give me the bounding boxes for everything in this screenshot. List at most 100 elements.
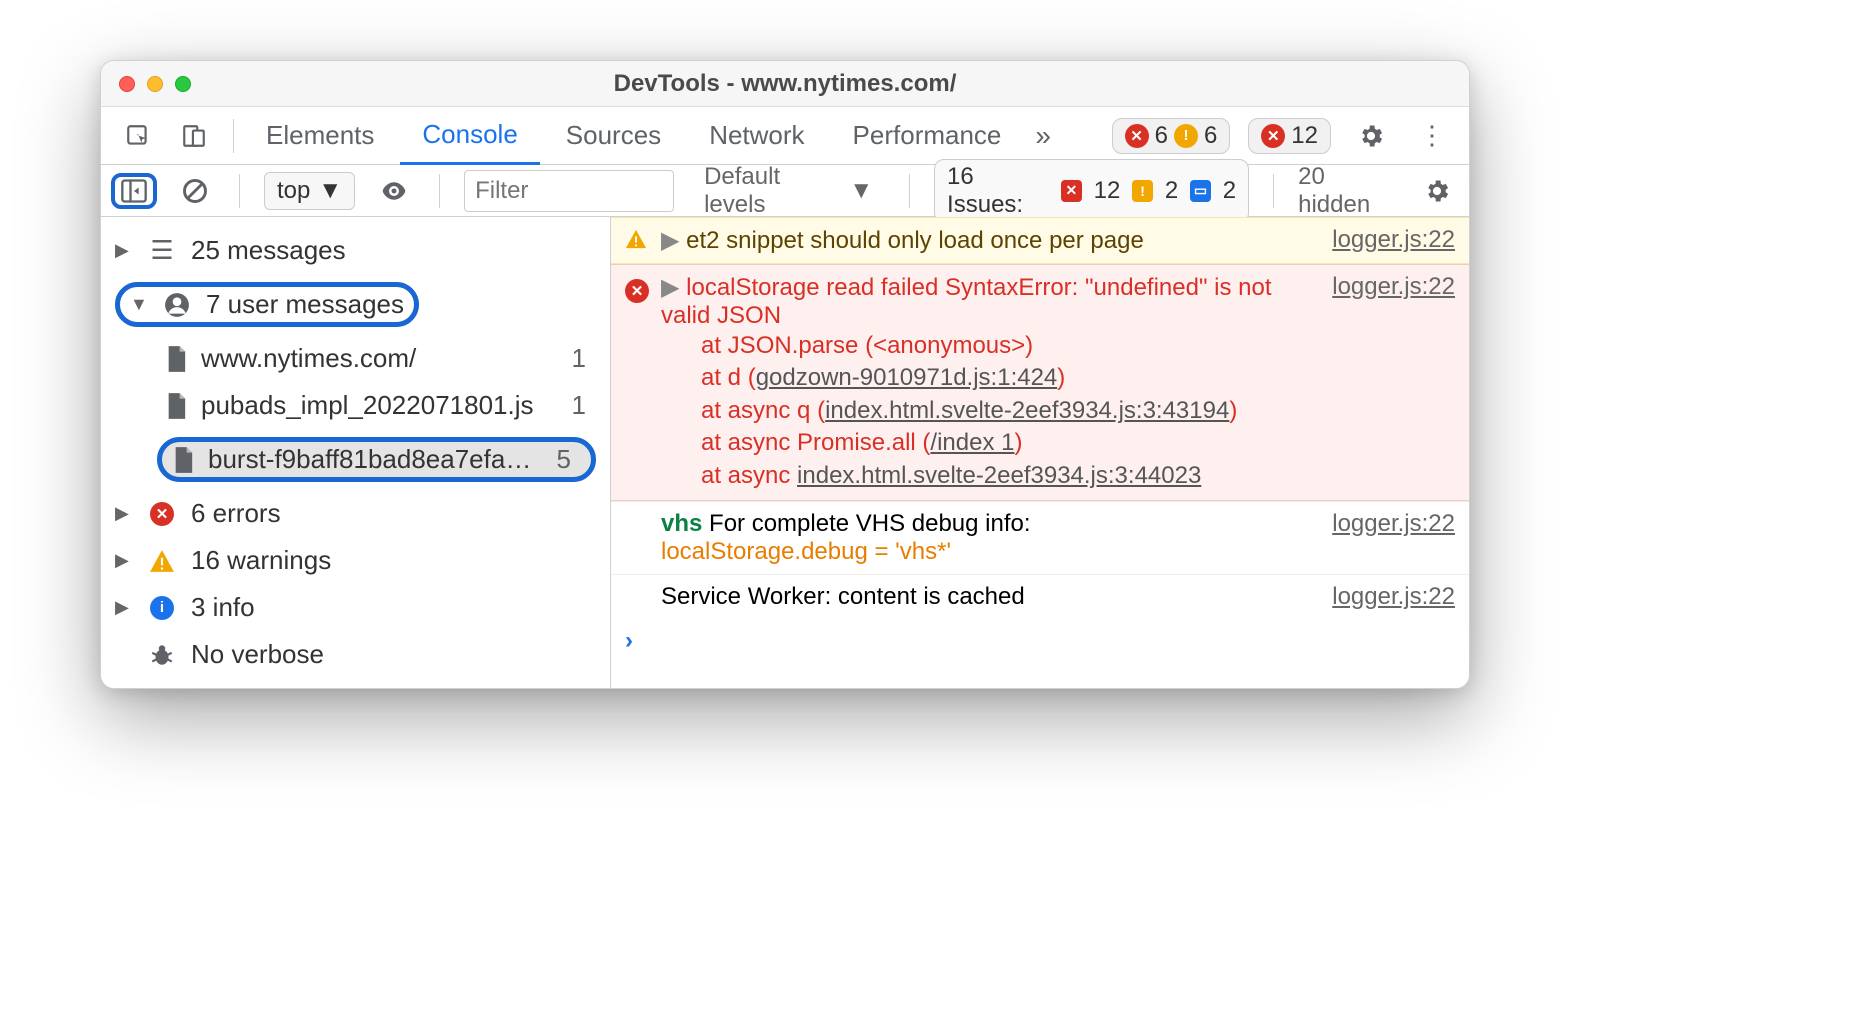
- source-link[interactable]: logger.js:22: [1320, 583, 1455, 611]
- tab-performance[interactable]: Performance: [831, 108, 1024, 163]
- main-tab-strip: Elements Console Sources Network Perform…: [101, 107, 1469, 165]
- file-icon: [165, 346, 187, 372]
- expand-icon: ▶: [115, 503, 133, 524]
- toggle-sidebar-button[interactable]: [111, 173, 157, 209]
- error-icon: ✕: [625, 273, 651, 492]
- devtools-window: DevTools - www.nytimes.com/ Elements Con…: [100, 60, 1470, 689]
- tab-sources[interactable]: Sources: [544, 108, 683, 163]
- log-entry-info[interactable]: Service Worker: content is cached logger…: [611, 574, 1469, 619]
- log-tag: vhs: [661, 510, 702, 537]
- clear-console-icon[interactable]: [175, 173, 215, 209]
- source-count: 5: [557, 444, 581, 475]
- stack-trace: at JSON.parse (<anonymous>) at d (godzow…: [661, 330, 1310, 492]
- console-main-area: ▶ ☰ 25 messages ▼ 7 user messages www.ny…: [101, 217, 1469, 688]
- error-warning-badge[interactable]: ✕ 6 ! 6: [1112, 118, 1231, 154]
- log-levels-selector[interactable]: Default levels ▼: [692, 159, 885, 223]
- expand-icon: ▶: [115, 597, 133, 618]
- log-entry-info[interactable]: vhs For complete VHS debug info: localSt…: [611, 501, 1469, 574]
- messages-label: 25 messages: [191, 235, 346, 266]
- expand-icon[interactable]: ▶: [661, 274, 679, 301]
- sidebar-source-row[interactable]: pubads_impl_2022071801.js 1: [109, 382, 602, 429]
- tab-network[interactable]: Network: [687, 108, 826, 163]
- source-label: www.nytimes.com/: [201, 343, 558, 374]
- sidebar-info-row[interactable]: ▶ i 3 info: [109, 584, 602, 631]
- sidebar-source-row[interactable]: burst-f9baff81bad8ea7efa3c.js 5: [109, 429, 602, 490]
- device-toolbar-icon[interactable]: [175, 119, 213, 153]
- log-entry-warning[interactable]: ▶ et2 snippet should only load once per …: [611, 217, 1469, 264]
- source-link[interactable]: logger.js:22: [1320, 273, 1455, 492]
- extension-error-icon: ✕: [1261, 124, 1285, 148]
- log-message: For complete VHS debug info:: [709, 510, 1031, 537]
- expand-icon[interactable]: ▶: [661, 227, 679, 254]
- hidden-count[interactable]: 20 hidden: [1298, 163, 1397, 219]
- sidebar-messages-row[interactable]: ▶ ☰ 25 messages: [109, 227, 602, 274]
- sidebar-user-messages-row[interactable]: ▼ 7 user messages: [109, 274, 602, 335]
- sidebar-warnings-row[interactable]: ▶ 16 warnings: [109, 537, 602, 584]
- console-prompt[interactable]: ›: [611, 619, 1469, 663]
- sidebar-errors-row[interactable]: ▶ ✕ 6 errors: [109, 490, 602, 537]
- source-link[interactable]: logger.js:22: [1320, 510, 1455, 566]
- extension-errors-badge[interactable]: ✕ 12: [1248, 118, 1331, 154]
- verbose-label: No verbose: [191, 639, 324, 670]
- console-sidebar: ▶ ☰ 25 messages ▼ 7 user messages www.ny…: [101, 217, 611, 688]
- window-title: DevTools - www.nytimes.com/: [101, 70, 1469, 98]
- stack-link[interactable]: index.html.svelte-2eef3934.js:3:43194: [825, 397, 1229, 424]
- settings-icon[interactable]: [1349, 118, 1393, 154]
- sidebar-source-row[interactable]: www.nytimes.com/ 1: [109, 335, 602, 382]
- context-label: top: [277, 177, 310, 205]
- file-icon: [165, 393, 187, 419]
- chevron-down-icon: ▼: [849, 177, 873, 205]
- tab-elements[interactable]: Elements: [244, 108, 396, 163]
- issues-warning-count: 2: [1165, 177, 1178, 205]
- log-message: et2 snippet should only load once per pa…: [686, 227, 1144, 254]
- error-icon: ✕: [150, 502, 174, 526]
- issues-error-count: 12: [1094, 177, 1121, 205]
- issues-info-count: 2: [1223, 177, 1236, 205]
- stack-link[interactable]: /index 1: [930, 429, 1014, 456]
- spacer: [625, 510, 651, 566]
- issues-error-icon: ✕: [1061, 180, 1082, 202]
- list-icon: ☰: [147, 235, 177, 266]
- title-bar: DevTools - www.nytimes.com/: [101, 61, 1469, 107]
- user-icon: [162, 292, 192, 318]
- separator: [233, 119, 234, 153]
- stack-link[interactable]: index.html.svelte-2eef3934.js:3:44023: [797, 462, 1201, 489]
- errors-label: 6 errors: [191, 498, 281, 529]
- error-icon: ✕: [1125, 124, 1149, 148]
- expand-icon: ▶: [115, 240, 133, 261]
- inspect-element-icon[interactable]: [119, 119, 157, 153]
- kebab-menu-icon[interactable]: ⋮: [1411, 116, 1453, 155]
- tab-console[interactable]: Console: [400, 107, 539, 165]
- user-messages-label: 7 user messages: [206, 289, 404, 320]
- source-label: burst-f9baff81bad8ea7efa3c.js: [208, 444, 543, 475]
- context-selector[interactable]: top ▼: [264, 172, 355, 210]
- warning-icon: [147, 548, 177, 574]
- log-entry-error[interactable]: ✕ ▶ localStorage read failed SyntaxError…: [611, 264, 1469, 501]
- separator: [439, 174, 440, 208]
- info-icon: i: [150, 596, 174, 620]
- warning-count: 6: [1204, 122, 1217, 150]
- separator: [239, 174, 240, 208]
- log-code: localStorage.debug = 'vhs*': [661, 538, 951, 565]
- extension-error-count: 12: [1291, 122, 1318, 150]
- expand-icon: ▶: [115, 550, 133, 571]
- console-settings-icon[interactable]: [1415, 173, 1459, 209]
- more-tabs-icon[interactable]: »: [1027, 120, 1059, 152]
- warning-icon: [625, 226, 651, 255]
- issues-label: 16 Issues:: [947, 163, 1049, 219]
- issues-counter[interactable]: 16 Issues: ✕12 !2 ▭2: [934, 159, 1249, 223]
- source-count: 1: [572, 343, 596, 374]
- filter-input[interactable]: [464, 170, 674, 212]
- source-link[interactable]: logger.js:22: [1320, 226, 1455, 255]
- collapse-icon: ▼: [130, 294, 148, 315]
- sidebar-verbose-row[interactable]: No verbose: [109, 631, 602, 678]
- source-count: 1: [572, 390, 596, 421]
- live-expression-icon[interactable]: [373, 172, 415, 210]
- source-label: pubads_impl_2022071801.js: [201, 390, 558, 421]
- separator: [1273, 174, 1274, 208]
- spacer: [625, 583, 651, 611]
- stack-link[interactable]: godzown-9010971d.js:1:424: [756, 364, 1058, 391]
- filter-field[interactable]: [464, 170, 674, 212]
- console-toolbar: top ▼ Default levels ▼ 16 Issues: ✕12 !2…: [101, 165, 1469, 217]
- error-count: 6: [1155, 122, 1168, 150]
